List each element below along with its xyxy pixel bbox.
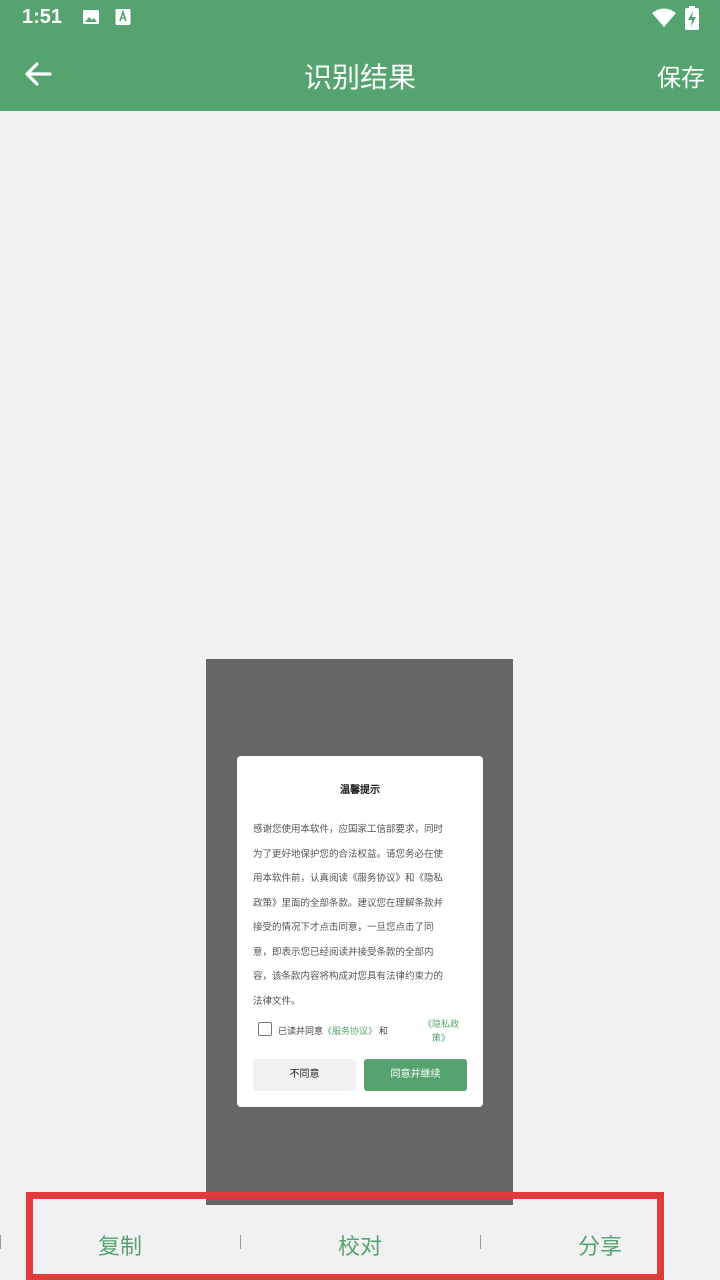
dialog-body-line: 容，该条款内容将构成对您具有法律约束力的 bbox=[253, 971, 444, 982]
agree-button: 同意并继续 bbox=[364, 1059, 467, 1091]
consent-row: 已读并同意《服务协议》和 《隐私政 策》 bbox=[258, 1018, 468, 1048]
wifi-icon bbox=[652, 8, 676, 32]
recognized-image-preview: 温馨提示 感谢您使用本软件，应国家工信部要求，同时 为了更好地保护您的合法权益。… bbox=[206, 659, 513, 1205]
service-agreement-link: 《服务协议》 bbox=[323, 1027, 378, 1037]
consent-and: 和 bbox=[379, 1027, 389, 1037]
privacy-link-line2: 策》 bbox=[431, 1034, 450, 1044]
image-icon bbox=[82, 8, 100, 30]
consent-checkbox bbox=[258, 1022, 272, 1036]
preview-dialog: 温馨提示 感谢您使用本软件，应国家工信部要求，同时 为了更好地保护您的合法权益。… bbox=[237, 756, 483, 1107]
consent-text: 已读并同意《服务协议》和 bbox=[278, 1024, 388, 1037]
divider bbox=[0, 1235, 1, 1249]
consent-prefix: 已读并同意 bbox=[278, 1027, 324, 1037]
save-button[interactable]: 保存 bbox=[657, 58, 705, 93]
dialog-body: 感谢您使用本软件，应国家工信部要求，同时 为了更好地保护您的合法权益。请您务必在… bbox=[253, 818, 471, 1014]
dialog-body-line: 接受的情况下才点击同意，一旦您点击了同 bbox=[253, 922, 434, 933]
dialog-body-line: 为了更好地保护您的合法权益。请您务必在使 bbox=[253, 848, 444, 860]
dialog-body-line: 政策》里面的全部条款。建议您在理解条款并 bbox=[253, 897, 444, 909]
highlight-box bbox=[26, 1192, 664, 1280]
a-text-icon bbox=[115, 8, 131, 30]
privacy-link-line1: 《隐私政 bbox=[422, 1020, 459, 1030]
status-time: 1:51 bbox=[22, 6, 63, 28]
disagree-button: 不同意 bbox=[253, 1059, 356, 1091]
page-title: 识别结果 bbox=[303, 61, 416, 94]
dialog-body-line: 感谢您使用本软件，应国家工信部要求，同时 bbox=[253, 824, 444, 835]
status-bar: 1:51 bbox=[0, 0, 720, 36]
dialog-title: 温馨提示 bbox=[340, 785, 380, 796]
battery-charging-icon bbox=[685, 6, 699, 34]
dialog-body-line: 意，即表示您已经阅读并接受条款的全部内 bbox=[253, 946, 434, 958]
dialog-body-line: 用本软件前，认真阅读《服务协议》和《隐私 bbox=[253, 873, 444, 884]
dialog-body-line: 法律文件。 bbox=[253, 995, 301, 1007]
privacy-policy-link: 《隐私政 策》 bbox=[421, 1018, 461, 1046]
app-bar: 识别结果 保存 bbox=[0, 36, 720, 111]
